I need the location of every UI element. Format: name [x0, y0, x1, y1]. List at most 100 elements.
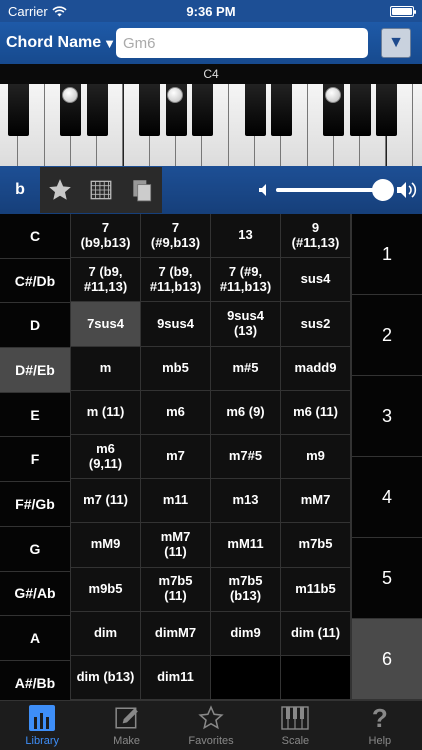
- tab-make[interactable]: Make: [84, 701, 168, 750]
- pressed-note-marker: [167, 87, 184, 103]
- chord-type-cell[interactable]: mb5: [141, 346, 211, 391]
- root-note-item[interactable]: F#/Gb: [0, 482, 71, 527]
- header: Chord Name ▼ ▼: [0, 22, 422, 64]
- empty-cell: [211, 655, 281, 701]
- chord-type-cell[interactable]: dimM7: [141, 611, 211, 656]
- pressed-note-marker: [61, 87, 78, 103]
- piano-black-key[interactable]: [139, 84, 161, 136]
- pencil-icon: [114, 704, 140, 732]
- chord-type-cell[interactable]: sus4: [281, 258, 351, 303]
- star-icon[interactable]: [46, 176, 74, 204]
- chord-type-cell[interactable]: m7 (11): [71, 479, 141, 524]
- chord-type-cell[interactable]: mM9: [71, 523, 141, 568]
- chord-type-cell[interactable]: m13: [211, 479, 281, 524]
- tab-help[interactable]: ? Help: [338, 701, 422, 750]
- tab-favorites[interactable]: Favorites: [169, 701, 253, 750]
- tab-scale[interactable]: Scale: [253, 701, 337, 750]
- piano-black-key[interactable]: [60, 84, 82, 136]
- dropdown-button[interactable]: ▼: [381, 28, 411, 58]
- chord-search-input[interactable]: [116, 28, 368, 58]
- chord-type-cell[interactable]: m (11): [71, 390, 141, 435]
- chord-type-cell[interactable]: mM7: [281, 479, 351, 524]
- chord-type-cell[interactable]: m#5: [211, 346, 281, 391]
- piano-black-key[interactable]: [191, 84, 213, 136]
- chord-type-cell[interactable]: madd9: [281, 346, 351, 391]
- piano-keyboard[interactable]: [0, 84, 422, 166]
- chord-type-cell[interactable]: 7sus4: [71, 302, 141, 347]
- chord-type-cell[interactable]: dim (b13): [71, 655, 141, 701]
- flat-toggle-button[interactable]: b: [0, 181, 40, 199]
- volume-low-icon: [259, 184, 266, 196]
- chord-type-cell[interactable]: m7: [141, 434, 211, 480]
- inversion-item[interactable]: 5: [352, 538, 422, 619]
- chord-type-cell[interactable]: 9 (#11,13): [281, 214, 351, 259]
- volume-slider[interactable]: [276, 179, 394, 201]
- chord-chart-icon[interactable]: [87, 176, 115, 204]
- chord-type-cell[interactable]: 7 (b9, #11,b13): [141, 258, 211, 303]
- inversion-item[interactable]: 6: [352, 619, 422, 700]
- chord-type-cell[interactable]: 7 (b9, #11,13): [71, 258, 141, 303]
- piano-black-key[interactable]: [244, 84, 266, 136]
- piano-black-key[interactable]: [349, 84, 371, 136]
- tab-library[interactable]: Library: [0, 701, 84, 750]
- chord-type-cell[interactable]: 7 (b9,b13): [71, 214, 141, 259]
- chord-type-cell[interactable]: 13: [211, 214, 281, 259]
- root-note-item[interactable]: D: [0, 303, 71, 349]
- root-note-item[interactable]: D#/Eb: [0, 348, 71, 393]
- copy-icon[interactable]: [128, 176, 156, 204]
- inversion-item[interactable]: 1: [352, 214, 422, 295]
- chord-type-cell[interactable]: m7b5 (11): [141, 567, 211, 612]
- root-note-item[interactable]: F: [0, 437, 71, 483]
- piano-black-key[interactable]: [165, 84, 187, 136]
- root-note-item[interactable]: G#/Ab: [0, 571, 71, 617]
- chord-type-cell[interactable]: m9b5: [71, 567, 141, 612]
- piano-black-key[interactable]: [86, 84, 108, 136]
- chord-type-cell[interactable]: m11b5: [281, 567, 351, 612]
- chord-type-cell[interactable]: dim (11): [281, 611, 351, 656]
- empty-cell: [281, 655, 351, 701]
- chord-type-cell[interactable]: 9sus4: [141, 302, 211, 347]
- root-note-item[interactable]: C#/Db: [0, 258, 71, 304]
- chord-type-cell[interactable]: m6 (9): [211, 390, 281, 435]
- chord-type-cell[interactable]: mM7 (11): [141, 523, 211, 568]
- chord-name-button[interactable]: Chord Name ▼: [6, 34, 116, 52]
- chord-type-cell[interactable]: m6: [141, 390, 211, 435]
- carrier-label: Carrier: [8, 3, 48, 19]
- volume-slider-thumb[interactable]: [371, 179, 394, 201]
- volume-control: [258, 179, 418, 201]
- root-note-item[interactable]: A#/Bb: [0, 660, 71, 706]
- chord-type-cell[interactable]: m9: [281, 434, 351, 480]
- chord-type-cell[interactable]: sus2: [281, 302, 351, 347]
- chord-type-cell[interactable]: m11: [141, 479, 211, 524]
- tab-label: Favorites: [188, 735, 234, 747]
- piano-black-key[interactable]: [270, 84, 292, 136]
- chord-type-cell[interactable]: m: [71, 346, 141, 391]
- root-note-item[interactable]: A: [0, 616, 71, 661]
- chord-type-cell[interactable]: 7 (#9,b13): [141, 214, 211, 259]
- chord-type-cell[interactable]: dim9: [211, 611, 281, 656]
- root-note-item[interactable]: E: [0, 392, 71, 438]
- scale-keys-icon: [281, 704, 310, 732]
- inversion-item[interactable]: 4: [352, 457, 422, 538]
- chord-type-cell[interactable]: m7b5 (b13): [211, 567, 281, 612]
- piano-black-key[interactable]: [376, 84, 397, 136]
- chord-type-cell[interactable]: 7 (#9, #11,b13): [211, 258, 281, 303]
- chord-type-cell[interactable]: m6 (9,11): [71, 434, 141, 480]
- root-note-item[interactable]: G: [0, 526, 71, 572]
- chord-type-cell[interactable]: dim11: [141, 655, 211, 701]
- tab-label: Scale: [281, 735, 310, 747]
- chord-type-cell[interactable]: m6 (11): [281, 390, 351, 435]
- inversion-list: 123456: [351, 214, 422, 700]
- chord-type-cell[interactable]: m7#5: [211, 434, 281, 480]
- piano-white-key[interactable]: [412, 84, 422, 166]
- chord-type-cell[interactable]: dim: [71, 611, 141, 656]
- piano-black-key[interactable]: [323, 84, 345, 136]
- chord-type-cell[interactable]: mM11: [211, 523, 281, 568]
- inversion-item[interactable]: 3: [352, 376, 422, 457]
- question-icon: ?: [371, 702, 388, 733]
- chord-type-cell[interactable]: m7b5: [281, 523, 351, 568]
- piano-black-key[interactable]: [7, 84, 29, 136]
- root-note-item[interactable]: C: [0, 214, 71, 259]
- inversion-item[interactable]: 2: [352, 295, 422, 376]
- chord-type-cell[interactable]: 9sus4 (13): [211, 302, 281, 347]
